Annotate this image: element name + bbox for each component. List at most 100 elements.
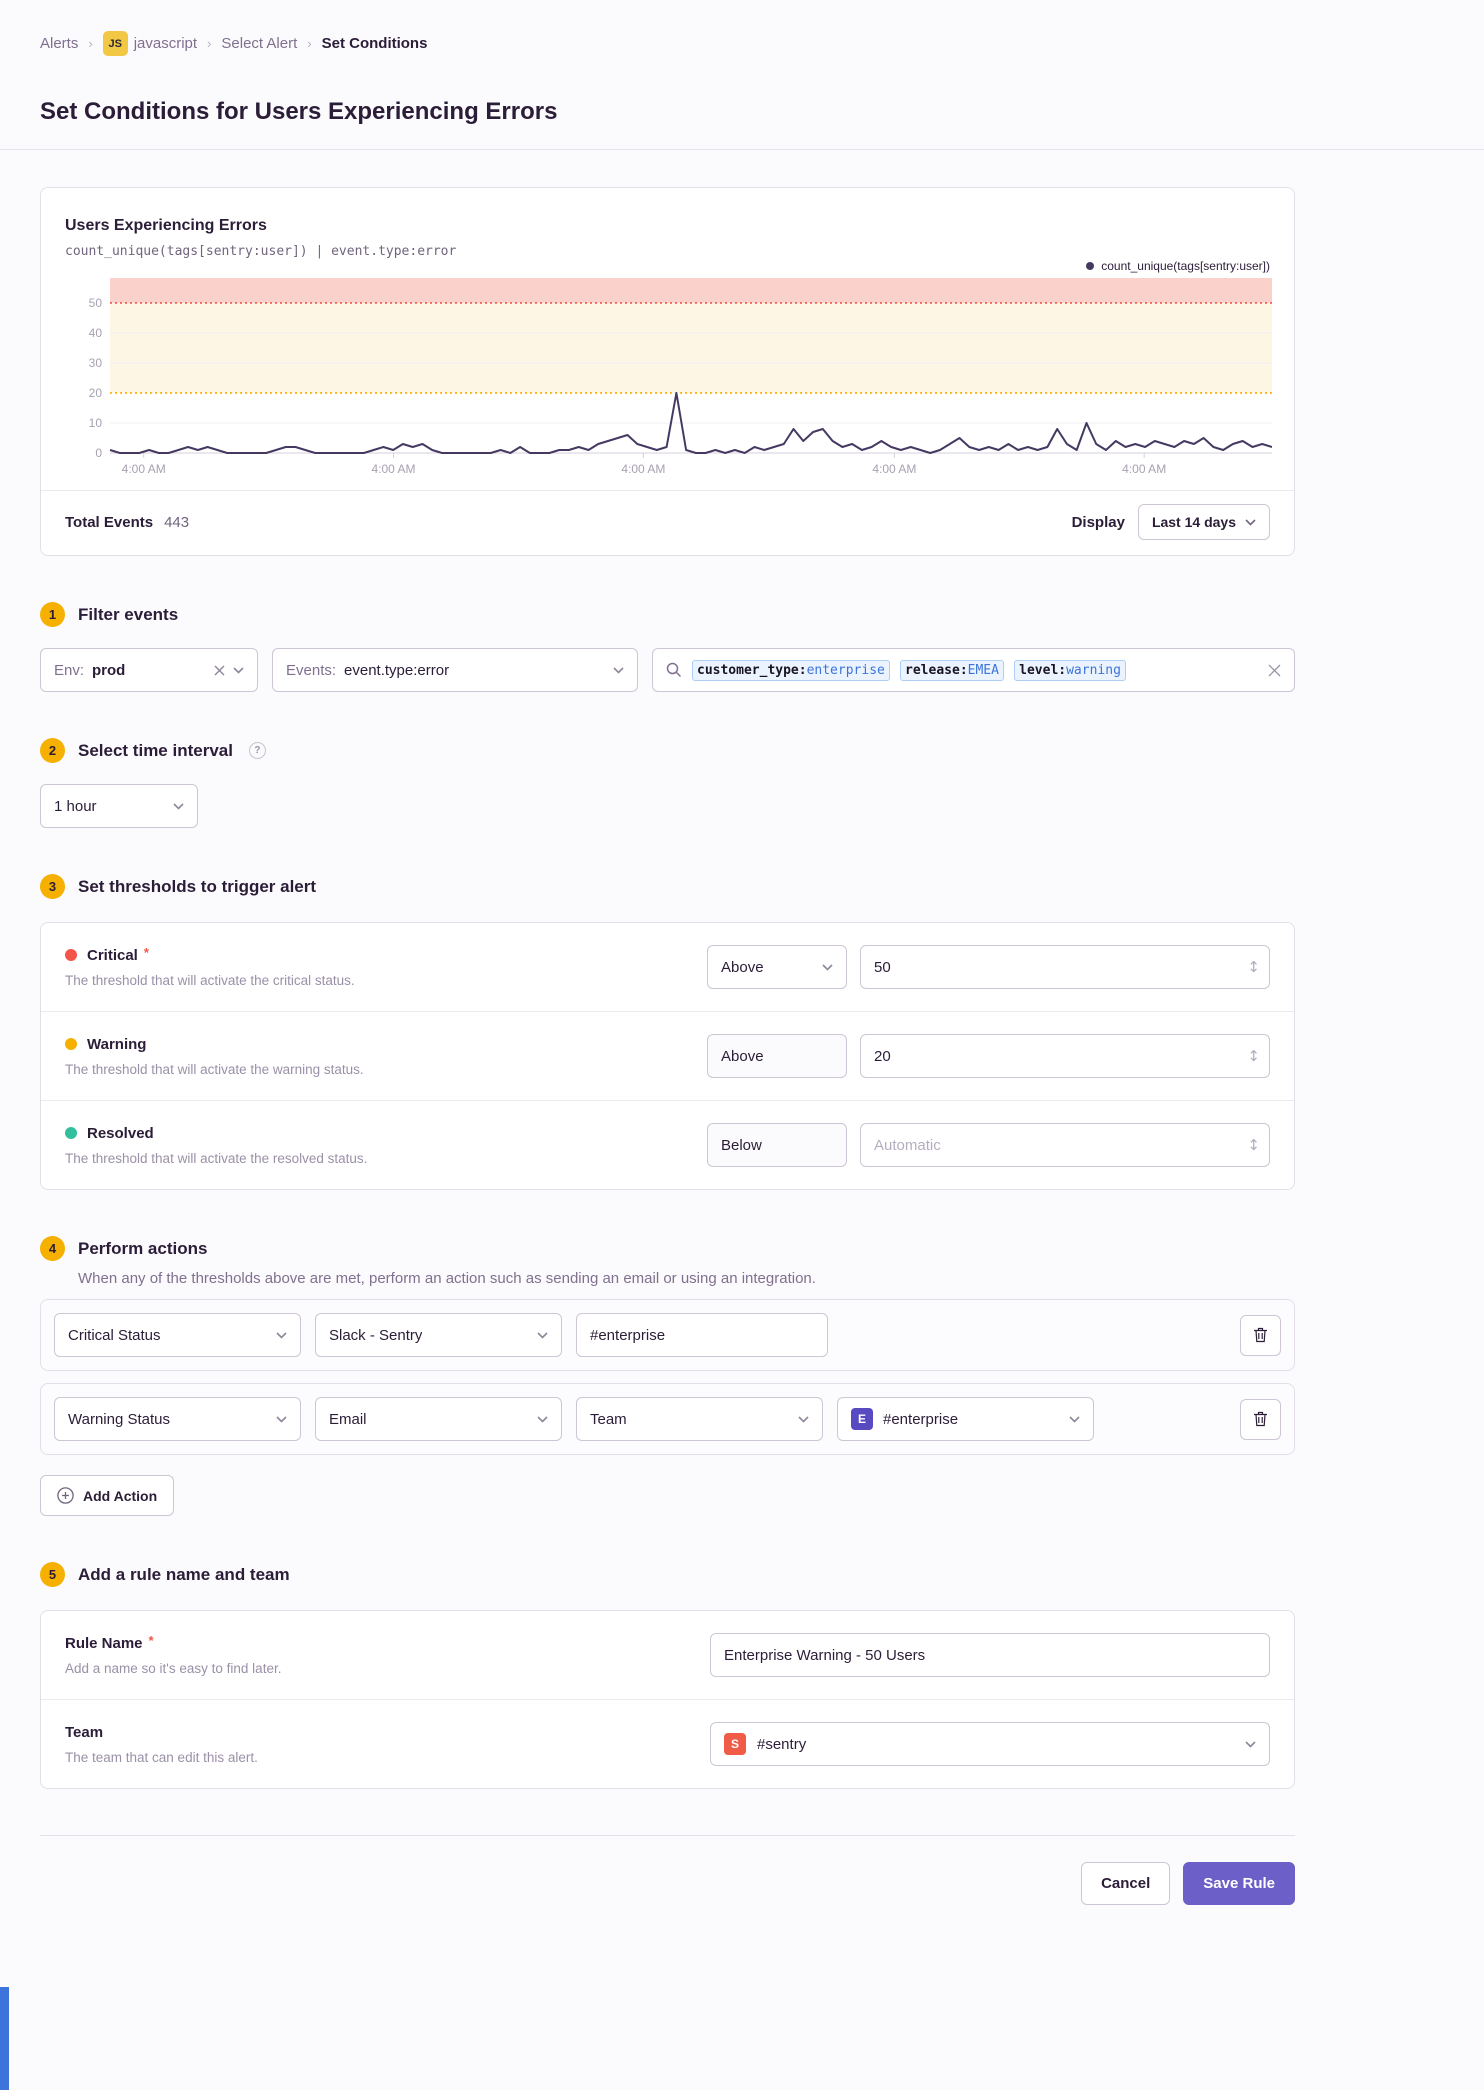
action-team-select[interactable]: E #enterprise [837, 1397, 1094, 1441]
resolved-threshold-input[interactable] [860, 1123, 1270, 1167]
svg-text:20: 20 [89, 386, 103, 400]
step-thresholds: 3 Set thresholds to trigger alert Critic… [40, 874, 1295, 1190]
warning-label: Warning [87, 1035, 147, 1053]
search-icon [666, 662, 682, 678]
action-service-select[interactable]: Slack - Sentry [315, 1313, 562, 1357]
chart-legend: count_unique(tags[sentry:user]) [41, 259, 1294, 273]
warning-threshold-row: Warning The threshold that will activate… [41, 1011, 1294, 1100]
svg-text:4:00 AM: 4:00 AM [122, 462, 166, 476]
resolved-label: Resolved [87, 1124, 154, 1142]
rule-name-input[interactable] [710, 1633, 1270, 1677]
chevron-down-icon [1245, 1740, 1256, 1748]
title-divider [0, 149, 1484, 150]
svg-text:50: 50 [89, 296, 103, 310]
action-channel-input[interactable] [576, 1313, 828, 1357]
chevron-down-icon [276, 1331, 287, 1339]
action-status-select[interactable]: Warning Status [54, 1397, 301, 1441]
display-label: Display [1071, 513, 1125, 531]
team-select[interactable]: S #sentry [710, 1722, 1270, 1766]
chevron-down-icon [613, 666, 624, 674]
team-avatar: E [851, 1408, 873, 1430]
actions-description: When any of the thresholds above are met… [78, 1270, 816, 1287]
svg-text:4:00 AM: 4:00 AM [372, 462, 416, 476]
chart-title: Users Experiencing Errors [65, 217, 267, 234]
action-row-critical: Critical Status Slack - Sentry [40, 1299, 1295, 1371]
action-service-select[interactable]: Email [315, 1397, 562, 1441]
svg-text:4:00 AM: 4:00 AM [621, 462, 665, 476]
team-label: Team [65, 1723, 104, 1741]
critical-threshold-input[interactable] [860, 945, 1270, 989]
breadcrumb: Alerts › JS javascript › Select Alert › … [40, 0, 1295, 56]
svg-text:4:00 AM: 4:00 AM [872, 462, 916, 476]
chart-query: count_unique(tags[sentry:user]) | event.… [65, 244, 457, 259]
critical-label: Critical [87, 946, 138, 964]
warning-status-dot-icon [65, 1038, 77, 1050]
display-range-dropdown[interactable]: Last 14 days [1137, 504, 1270, 540]
step-4-title: Perform actions [78, 1238, 208, 1258]
breadcrumb-select-alert[interactable]: Select Alert [221, 35, 297, 52]
search-token[interactable]: release: EMEA [900, 659, 1004, 681]
warning-threshold-input[interactable] [860, 1034, 1270, 1078]
search-tokens: customer_type: enterprise release: EMEA le… [692, 659, 1132, 681]
plus-circle-icon [57, 1487, 74, 1504]
rule-name-label: Rule Name [65, 1634, 143, 1652]
page-title: Set Conditions for Users Experiencing Er… [40, 98, 558, 125]
trash-icon [1254, 1411, 1267, 1427]
resolved-comparison: Below [707, 1123, 847, 1167]
total-events-label: Total Events [65, 513, 154, 531]
search-input[interactable]: customer_type: enterprise release: EMEA le… [652, 648, 1295, 692]
chart-panel: Users Experiencing Errors count_unique(t… [40, 187, 1295, 556]
step-1-badge: 1 [40, 602, 65, 627]
action-status-select[interactable]: Critical Status [54, 1313, 301, 1357]
step-5-title: Add a rule name and team [78, 1564, 290, 1584]
chevron-right-icon: › [207, 36, 212, 51]
time-interval-dropdown[interactable]: 1 hour [40, 784, 198, 828]
chevron-down-icon [1069, 1415, 1080, 1423]
svg-text:4:00 AM: 4:00 AM [1122, 462, 1166, 476]
chevron-down-icon [537, 1415, 548, 1423]
step-1-title: Filter events [78, 604, 179, 624]
action-row-warning: Warning Status Email Team E #enterprise [40, 1383, 1295, 1455]
legend-dot-icon [1086, 262, 1095, 270]
events-filter-dropdown[interactable]: Events: event.type:error [272, 648, 638, 692]
critical-threshold-row: Critical * The threshold that will activ… [41, 923, 1294, 1011]
clear-environment-icon[interactable] [214, 665, 225, 676]
trash-icon [1254, 1327, 1267, 1343]
required-marker: * [148, 1632, 154, 1648]
action-target-type-select[interactable]: Team [576, 1397, 823, 1441]
javascript-project-icon: JS [102, 31, 128, 56]
help-icon[interactable]: ? [248, 742, 266, 759]
rule-name-description: Add a name so it's easy to find later. [65, 1660, 282, 1676]
step-4-badge: 4 [40, 1236, 65, 1261]
total-events-value: 443 [164, 513, 190, 531]
delete-action-button[interactable] [1240, 1314, 1281, 1356]
chevron-right-icon: › [88, 36, 93, 51]
breadcrumb-project[interactable]: JS javascript [102, 31, 197, 56]
team-row: Team The team that can edit this alert. … [41, 1699, 1294, 1788]
chevron-down-icon [233, 666, 244, 674]
chevron-down-icon [822, 963, 833, 971]
critical-status-dot-icon [65, 949, 77, 961]
clear-search-icon[interactable] [1268, 664, 1281, 677]
step-perform-actions: 4 Perform actions When any of the thresh… [40, 1236, 1295, 1516]
search-token[interactable]: customer_type: enterprise [692, 659, 890, 681]
svg-text:30: 30 [89, 356, 103, 370]
required-marker: * [143, 944, 149, 960]
breadcrumb-alerts[interactable]: Alerts [40, 35, 78, 52]
search-token[interactable]: level: warning [1014, 659, 1126, 681]
svg-text:40: 40 [89, 326, 103, 340]
chevron-down-icon [276, 1415, 287, 1423]
delete-action-button[interactable] [1240, 1398, 1281, 1440]
chevron-right-icon: › [307, 36, 312, 51]
save-rule-button[interactable]: Save Rule [1183, 1862, 1295, 1905]
resolved-description: The threshold that will activate the res… [65, 1150, 368, 1166]
add-action-button[interactable]: Add Action [40, 1475, 175, 1516]
chevron-down-icon [798, 1415, 809, 1423]
step-3-title: Set thresholds to trigger alert [78, 876, 317, 896]
team-description: The team that can edit this alert. [65, 1749, 258, 1765]
critical-comparison-select[interactable]: Above [707, 945, 847, 989]
cancel-button[interactable]: Cancel [1081, 1862, 1171, 1905]
environment-filter[interactable]: Env: prod [40, 648, 258, 692]
form-footer: Cancel Save Rule [40, 1835, 1295, 1905]
step-3-badge: 3 [40, 874, 65, 899]
